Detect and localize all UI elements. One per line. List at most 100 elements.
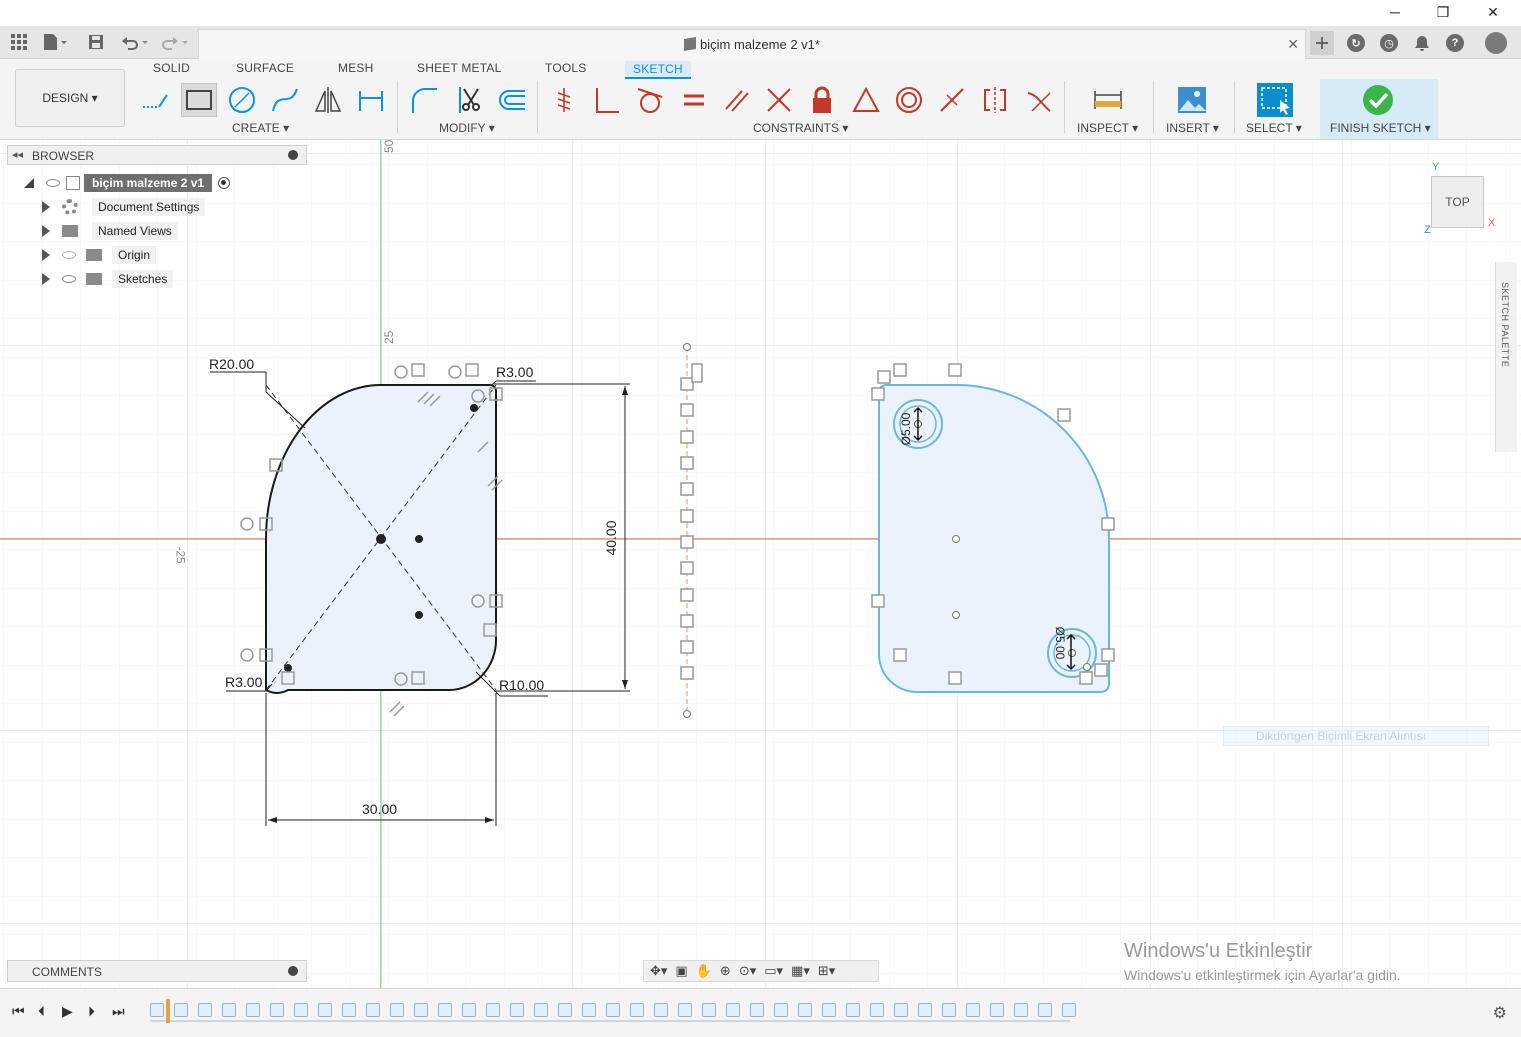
constraints-menu[interactable]: CONSTRAINTS ▾ [753, 121, 848, 135]
timeline-item[interactable] [870, 1003, 884, 1017]
trim-tool-icon[interactable] [451, 83, 487, 117]
mirror-tool-icon[interactable] [310, 83, 346, 117]
tab-sheet-metal[interactable]: SHEET METAL [417, 61, 501, 79]
view-cube[interactable]: TOP [1431, 176, 1484, 228]
timeline-item[interactable] [894, 1003, 908, 1017]
diameter-dim-top[interactable]: Ø5.00 [899, 407, 913, 451]
timeline-item[interactable] [702, 1003, 716, 1017]
expand-triangle-icon[interactable] [42, 201, 50, 213]
timeline-item[interactable] [390, 1003, 404, 1017]
inspect-menu[interactable]: INSPECT ▾ [1077, 121, 1138, 135]
redo-icon[interactable] [160, 32, 190, 52]
help-icon[interactable]: ? [1443, 31, 1467, 55]
timeline-item[interactable] [750, 1003, 764, 1017]
symmetry-icon[interactable] [977, 83, 1013, 117]
viewports-icon[interactable]: ⊞▾ [818, 963, 835, 979]
timeline-item[interactable] [414, 1003, 428, 1017]
timeline-play-icon[interactable]: ▶ [62, 1003, 73, 1020]
parallel-icon[interactable] [719, 83, 755, 117]
timeline-item[interactable] [990, 1003, 1004, 1017]
select-icon[interactable] [1255, 83, 1295, 117]
timeline-next-icon[interactable]: ⏵ [88, 1003, 95, 1020]
timeline-item[interactable] [558, 1003, 572, 1017]
timeline-item[interactable] [798, 1003, 812, 1017]
timeline-item[interactable] [486, 1003, 500, 1017]
timeline-item[interactable] [222, 1003, 236, 1017]
tangent-icon[interactable] [632, 83, 668, 117]
timeline-settings-gear-icon[interactable]: ⚙ [1493, 1003, 1507, 1023]
spline-tool-icon[interactable] [267, 83, 303, 117]
insert-image-icon[interactable] [1174, 83, 1210, 117]
height-dim[interactable]: 40.00 [603, 516, 619, 560]
orbit-icon[interactable]: ✥▾ [650, 963, 667, 979]
browser-root-item[interactable]: biçim malzeme 2 v1 [24, 173, 231, 193]
timeline-prev-icon[interactable]: ⏴ [38, 1003, 45, 1020]
smooth-icon[interactable] [1021, 83, 1057, 117]
browser-options-icon[interactable] [288, 150, 298, 160]
timeline-item[interactable] [294, 1003, 308, 1017]
expand-triangle-icon[interactable] [42, 225, 50, 237]
finish-sketch-menu[interactable]: FINISH SKETCH ▾ [1330, 121, 1431, 135]
radius-dim-r3-bottom[interactable]: R3.00 [225, 674, 262, 690]
close-window-button[interactable]: ✕ [1470, 0, 1516, 24]
equal-icon[interactable] [676, 83, 712, 117]
new-tab-icon[interactable] [1310, 31, 1334, 55]
tab-tools[interactable]: TOOLS [545, 61, 586, 79]
timeline-item[interactable] [366, 1003, 380, 1017]
hidden-eye-icon[interactable] [62, 251, 76, 259]
timeline-item[interactable] [510, 1003, 524, 1017]
tab-solid[interactable]: SOLID [153, 61, 190, 79]
activate-radio-icon[interactable] [218, 177, 231, 189]
tab-mesh[interactable]: MESH [338, 61, 373, 79]
timeline-item[interactable] [630, 1003, 644, 1017]
timeline-item[interactable] [318, 1003, 332, 1017]
timeline-item[interactable] [942, 1003, 956, 1017]
sketch-palette-tab[interactable]: SKETCH PALETTE [1495, 262, 1517, 452]
restore-button[interactable]: ❐ [1420, 0, 1466, 24]
document-tab[interactable]: biçim malzeme 2 v1* ✕ [198, 29, 1306, 59]
visibility-eye-icon[interactable] [62, 275, 76, 283]
offset-tool-icon[interactable] [494, 83, 530, 117]
select-menu[interactable]: SELECT ▾ [1246, 121, 1302, 135]
user-avatar[interactable] [1484, 31, 1508, 55]
display-settings-icon[interactable]: ▭▾ [764, 963, 783, 979]
curvature-icon[interactable] [934, 83, 970, 117]
extensions-icon[interactable]: ↻ [1344, 31, 1368, 55]
timeline-last-icon[interactable]: ⏭ [112, 1003, 125, 1020]
expand-triangle-icon[interactable] [42, 273, 50, 285]
timeline-item[interactable] [1014, 1003, 1028, 1017]
timeline-item[interactable] [534, 1003, 548, 1017]
radius-dim-r3-top[interactable]: R3.00 [496, 364, 533, 380]
minimize-button[interactable]: ─ [1372, 0, 1418, 24]
app-grid-icon[interactable] [10, 32, 28, 52]
pan-hand-icon[interactable]: ✋ [696, 963, 712, 979]
save-icon[interactable] [88, 32, 104, 52]
browser-item-sketches[interactable]: Sketches [42, 269, 174, 289]
measure-icon[interactable] [1090, 83, 1126, 117]
add-comment-icon[interactable] [288, 966, 298, 976]
tab-surface[interactable]: SURFACE [236, 61, 294, 79]
modify-menu[interactable]: MODIFY ▾ [439, 121, 495, 135]
timeline-item[interactable] [966, 1003, 980, 1017]
timeline-track[interactable] [150, 999, 1080, 1025]
browser-item-named-views[interactable]: Named Views [42, 221, 178, 241]
timeline-item[interactable] [678, 1003, 692, 1017]
workspace-switcher[interactable]: DESIGN ▾ [15, 69, 125, 127]
concentric-icon[interactable] [891, 83, 927, 117]
perpendicular-icon[interactable] [589, 83, 625, 117]
timeline-item[interactable] [198, 1003, 212, 1017]
timeline-first-icon[interactable]: ⏮ [12, 1003, 25, 1020]
grid-settings-icon[interactable]: ▦▾ [791, 963, 810, 979]
expand-triangle-icon[interactable] [42, 249, 50, 261]
midpoint-icon[interactable] [848, 83, 884, 117]
timeline-item[interactable] [270, 1003, 284, 1017]
collapse-panel-icon[interactable]: ◂◂ [12, 148, 23, 161]
timeline-item[interactable] [726, 1003, 740, 1017]
timeline-item[interactable] [150, 1003, 164, 1017]
timeline-item[interactable] [774, 1003, 788, 1017]
undo-icon[interactable] [120, 32, 150, 52]
timeline-item[interactable] [654, 1003, 668, 1017]
close-tab-icon[interactable]: ✕ [1287, 36, 1299, 53]
radius-dim-r10[interactable]: R10.00 [499, 677, 544, 693]
timeline-item[interactable] [462, 1003, 476, 1017]
